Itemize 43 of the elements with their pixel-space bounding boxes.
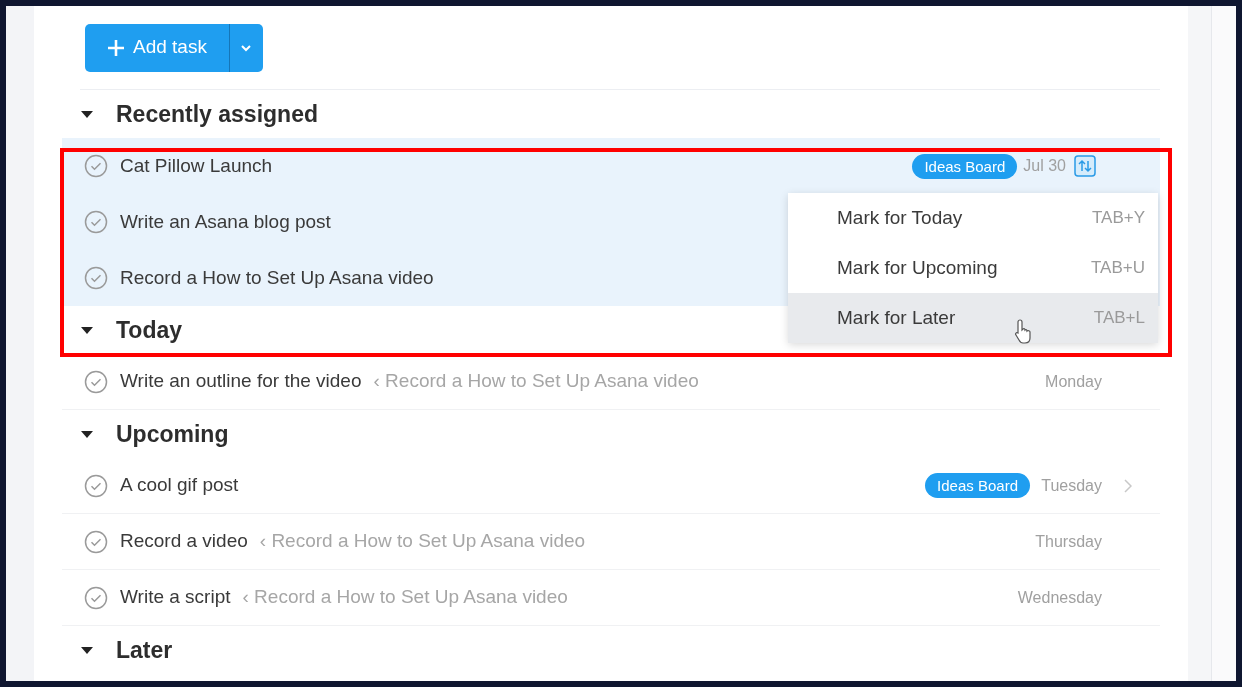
menu-item-label: Mark for Later [837,305,956,330]
checkmark-circle-icon[interactable] [84,266,108,290]
task-row[interactable]: Cat Pillow Launch Ideas Board Jul 30 [62,138,1160,194]
due-date: Monday [1044,371,1102,392]
section-header: Today [116,315,183,345]
hand-cursor-icon [1014,318,1034,344]
keyboard-shortcut: TAB+Y [1091,207,1145,230]
task-name: Record a video [120,529,248,554]
section-header: Upcoming [116,419,229,449]
checkmark-circle-icon[interactable] [84,473,108,498]
keyboard-shortcut: TAB+U [1091,257,1145,280]
due-date: Tuesday [1040,475,1102,496]
checkmark-circle-icon[interactable] [84,210,108,234]
menu-item[interactable]: Mark for Upcoming TAB+U [788,243,1158,293]
task-name: A cool gif post [120,473,239,498]
menu-item-label: Mark for Upcoming [837,255,998,280]
collapse-triangle-icon[interactable] [80,108,94,120]
keyboard-shortcut: TAB+L [1093,307,1145,330]
schedule-icon[interactable] [1074,155,1096,177]
chevron-right-icon[interactable] [1124,478,1132,493]
checkmark-circle-icon[interactable] [84,154,108,178]
checkmark-circle-icon[interactable] [84,585,108,610]
due-date: Wednesday [1017,587,1102,608]
task-name: Write an Asana blog post [120,209,331,234]
section-header: Later [116,635,173,665]
add-task-dropdown-button[interactable] [228,23,263,72]
collapse-triangle-icon[interactable] [80,428,94,440]
checkmark-circle-icon[interactable] [84,369,108,394]
menu-item-label: Mark for Today [837,205,963,230]
due-date: Jul 30 [1023,156,1066,176]
menu-item[interactable]: Mark for Later TAB+L [788,293,1158,343]
section-header: Recently assigned [116,99,318,129]
collapse-triangle-icon[interactable] [80,324,94,336]
due-date: Thursday [1035,531,1102,552]
menu-item[interactable]: Mark for Today TAB+Y [788,193,1158,243]
collapse-triangle-icon[interactable] [80,644,94,656]
task-name: Write a script [120,585,231,610]
caret-icon [240,43,253,52]
plus-icon [107,38,125,57]
task-name: Record a How to Set Up Asana video [120,265,434,290]
task-name: Write an outline for the video [120,369,362,394]
task-name: Cat Pillow Launch [120,153,273,178]
checkmark-circle-icon[interactable] [84,529,108,554]
